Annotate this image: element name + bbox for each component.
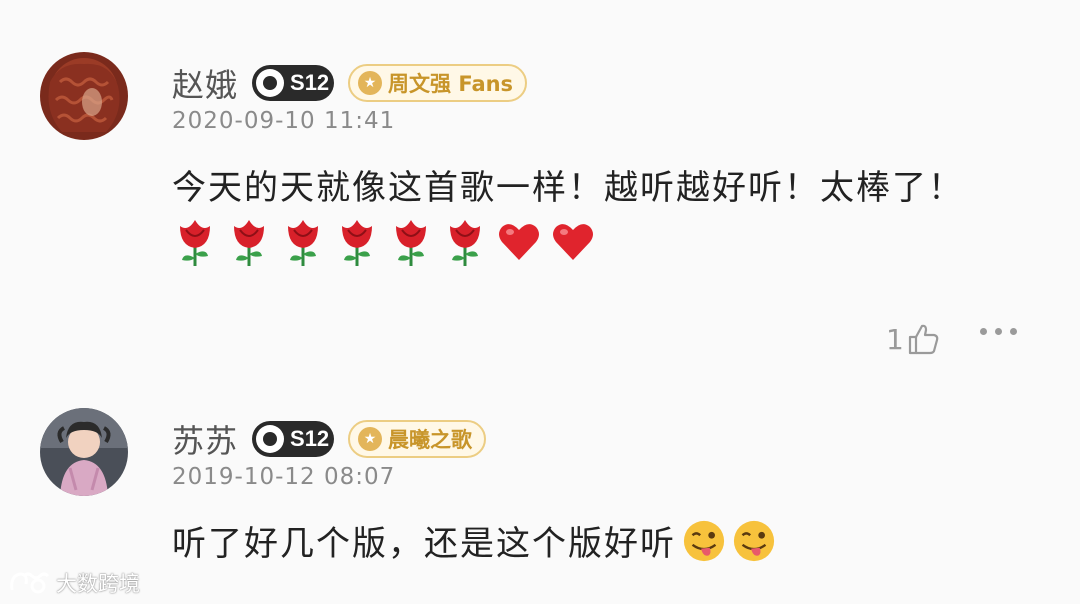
watermark: 大数跨境	[8, 568, 140, 598]
rose-emoji	[180, 220, 210, 266]
watermark-logo-icon	[10, 572, 50, 594]
timestamp: 2019-10-12 08:07	[172, 464, 396, 490]
comment-text: 听了好几个版，还是这个版好听	[172, 516, 776, 565]
more-options-button[interactable]	[980, 328, 1017, 335]
fan-badge-label: 晨曦之歌	[388, 428, 473, 452]
fan-badge[interactable]: 晨曦之歌	[348, 420, 487, 458]
avatar[interactable]	[40, 408, 128, 496]
comment-item: 苏苏 S12 晨曦之歌 2019-10-12 08:07 听了好几个版，还是这个…	[0, 408, 1080, 588]
comment-text: 今天的天就像这首歌一样！越听越好听！太棒了！	[172, 168, 964, 208]
comment-item: 赵娥 S12 周文强 Fans 2020-09-10 11:41 今天的天就像这…	[0, 52, 1080, 372]
heart-emoji	[499, 224, 539, 260]
level-badge[interactable]: S12	[252, 65, 335, 101]
level-label: S12	[290, 426, 330, 451]
rose-emoji	[342, 220, 372, 266]
timestamp: 2020-09-10 11:41	[172, 108, 396, 134]
star-icon	[358, 427, 383, 451]
rose-emoji	[396, 220, 426, 266]
rose-emoji	[288, 220, 318, 266]
username[interactable]: 苏苏	[172, 416, 238, 462]
like-count: 1	[886, 322, 904, 356]
music-note-icon	[256, 425, 285, 453]
winking-tongue-emoji	[683, 520, 725, 561]
rose-emoji	[234, 220, 264, 266]
music-note-icon	[256, 69, 285, 97]
dot-icon	[1010, 328, 1017, 335]
watermark-text: 大数跨境	[56, 572, 140, 596]
fan-badge-label: 周文强 Fans	[388, 72, 514, 96]
username[interactable]: 赵娥	[172, 60, 238, 106]
dot-icon	[995, 328, 1002, 335]
comment-text-body: 听了好几个版，还是这个版好听	[172, 524, 676, 564]
like-button[interactable]: 1	[886, 322, 940, 356]
heart-emoji	[553, 224, 593, 260]
star-icon	[358, 71, 383, 95]
rose-emoji	[450, 220, 480, 266]
winking-tongue-emoji	[733, 520, 775, 561]
thumbs-up-icon	[908, 324, 939, 355]
fan-badge[interactable]: 周文强 Fans	[348, 64, 528, 102]
emoji-row	[172, 212, 596, 272]
avatar[interactable]	[40, 52, 128, 140]
dot-icon	[980, 328, 987, 335]
level-badge[interactable]: S12	[252, 421, 335, 457]
level-label: S12	[290, 70, 330, 95]
